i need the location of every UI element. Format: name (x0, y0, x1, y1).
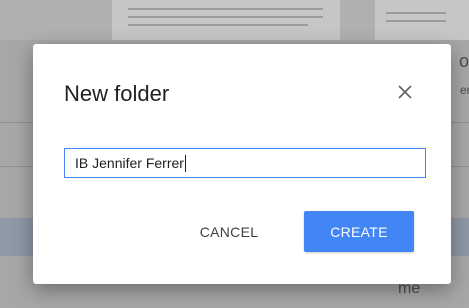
new-folder-dialog: New folder IB Jennifer Ferrer CANCEL CRE… (33, 44, 451, 284)
text-cursor (184, 154, 186, 172)
background-blurred-text (386, 12, 446, 14)
close-icon (398, 85, 412, 99)
close-button[interactable] (393, 80, 417, 104)
background-blurred-text (128, 8, 323, 10)
background-blurred-text (128, 24, 308, 26)
folder-name-input[interactable]: IB Jennifer Ferrer (64, 148, 426, 178)
background-blurred-text (386, 20, 446, 22)
background-text: o (459, 51, 469, 71)
dialog-title: New folder (64, 81, 170, 106)
background-text: er (460, 83, 469, 97)
create-button[interactable]: CREATE (304, 211, 414, 252)
background-blurred-text (128, 16, 323, 18)
cancel-button[interactable]: CANCEL (179, 211, 279, 252)
folder-name-value: IB Jennifer Ferrer (75, 155, 184, 171)
background-thumbnail (112, 0, 340, 40)
